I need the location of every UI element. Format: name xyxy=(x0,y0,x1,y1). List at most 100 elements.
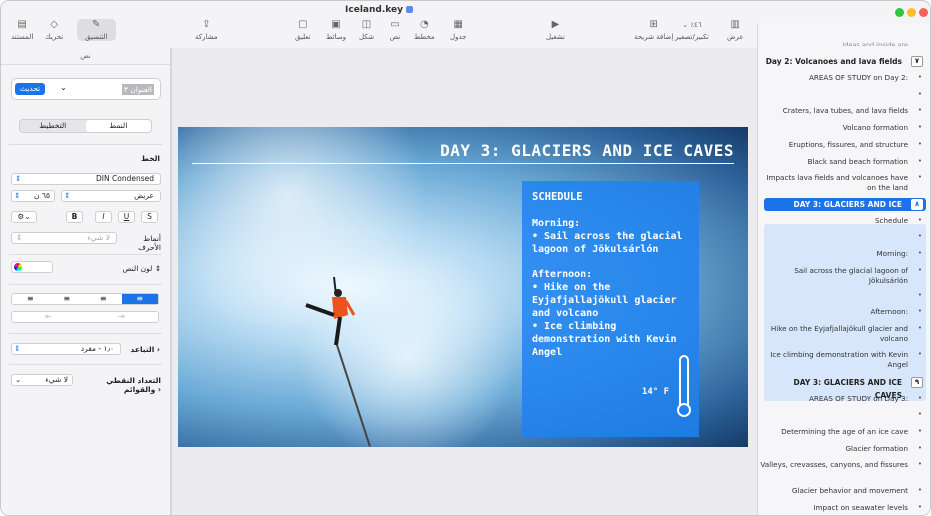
animate-icon: ◇ xyxy=(50,19,58,30)
collapse-toggle[interactable]: ٧ xyxy=(911,56,923,67)
outline-item[interactable]: Valleys, crevasses, canyons, and fissure… xyxy=(758,460,908,470)
char-styles-select[interactable]: ⇕ لا شيء xyxy=(11,232,117,244)
animate-button[interactable]: ◇ تحريك xyxy=(45,19,63,41)
comment-button[interactable]: ▢ تعليق xyxy=(295,19,311,41)
outline-item[interactable]: Craters, lava tubes, and lava fields xyxy=(758,106,908,116)
afternoon-label: Afternoon: xyxy=(532,269,593,280)
bullets-select[interactable]: ⌄ لا شيء xyxy=(11,374,73,386)
outline-item[interactable]: Glacier behavior and movement xyxy=(758,486,908,496)
app-window: Iceland.key ▥ عرض ⌄ ٪٤٦ تكبير/تصغير ⊞ إضافة… xyxy=(0,0,931,516)
outline-item[interactable]: AREAS OF STUDY on Day 3: xyxy=(758,394,908,404)
stepper-icon: ⇕ xyxy=(15,174,22,183)
chevron-down-icon: ⌄ xyxy=(60,83,67,92)
ice-climber-image xyxy=(305,276,356,346)
media-icon: ▣ xyxy=(331,19,341,30)
text-button[interactable]: ▭ نص xyxy=(388,19,402,41)
outline-item[interactable]: Black sand beach formation xyxy=(758,157,908,167)
increase-indent-button[interactable]: ⇥ xyxy=(85,312,158,322)
play-button[interactable]: ▶ تشغيل xyxy=(546,19,565,41)
bullet-icon: • xyxy=(917,232,922,240)
play-icon: ▶ xyxy=(551,19,560,30)
add-slide-button[interactable]: ⊞ إضافة شريحة xyxy=(634,19,673,41)
afternoon-item: • Hike on the Eyjafjallajökull glacier a… xyxy=(532,282,677,319)
share-button[interactable]: ⇪ مشاركة xyxy=(195,19,218,41)
minimize-button[interactable] xyxy=(907,8,916,17)
style-name: العنوان ٣ xyxy=(121,84,154,95)
italic-button[interactable]: I xyxy=(95,211,112,223)
bullet-icon: • xyxy=(917,140,922,148)
outline-item[interactable]: Morning: xyxy=(758,249,908,259)
bullet-icon: • xyxy=(917,157,922,165)
collapse-toggle[interactable]: ٨ xyxy=(911,199,923,210)
char-styles-label: أنماط الأحرف xyxy=(138,234,161,252)
font-weight-select[interactable]: ⇕ عريض xyxy=(61,190,161,202)
update-button[interactable]: تحديث xyxy=(15,83,45,95)
align-left-button[interactable]: ≡ xyxy=(121,294,158,304)
alignment-control: ≡ ≡ ≡ ≡ xyxy=(11,293,159,305)
comment-icon: ▢ xyxy=(298,19,308,30)
underline-button[interactable]: U xyxy=(118,211,135,223)
bullet-icon: • xyxy=(917,216,922,224)
outline-item[interactable]: Eruptions, fissures, and structure xyxy=(758,140,908,150)
outline-item[interactable]: Determining the age of an ice cave xyxy=(758,427,908,437)
justify-button[interactable]: ≡ xyxy=(12,294,49,304)
outline-item[interactable]: Afternoon: xyxy=(758,307,908,317)
outline-item[interactable]: Impacts lava fields and volcanoes have o… xyxy=(758,173,908,193)
bullet-icon: • xyxy=(917,427,922,435)
font-size-field[interactable]: ⇕ ٦٥ ن xyxy=(11,190,55,202)
inspector-tab-text[interactable]: نص xyxy=(1,48,170,65)
decrease-indent-button[interactable]: ⇤ xyxy=(12,312,85,322)
bold-button[interactable]: B xyxy=(66,211,83,223)
outline-item[interactable]: Ice climbing demonstration with Kevin An… xyxy=(758,350,908,370)
outline-item[interactable]: Volcano formation xyxy=(758,123,908,133)
text-options-gear-icon[interactable]: ⚙⌄ xyxy=(11,211,37,223)
collapse-toggle[interactable]: ٩ xyxy=(911,377,923,388)
bullet-icon: • xyxy=(917,73,922,81)
zoom-control[interactable]: ⌄ ٪٤٦ تكبير/تصغير xyxy=(672,19,712,41)
bullet-icon: • xyxy=(917,486,922,494)
outline-item[interactable]: Sail across the glacial lagoon of Jökuls… xyxy=(758,266,908,286)
indent-control: ⇤ ⇥ xyxy=(11,311,159,323)
schedule-box[interactable]: SCHEDULE Morning: • Sail across the glac… xyxy=(522,181,699,437)
outline-item[interactable]: Schedule xyxy=(758,216,908,226)
media-button[interactable]: ▣ وسائط xyxy=(326,19,346,41)
strikethrough-button[interactable]: S xyxy=(141,211,158,223)
align-center-button[interactable]: ≡ xyxy=(85,294,122,304)
chart-icon: ◔ xyxy=(419,19,429,30)
outline-item[interactable]: Hike on the Eyjafjallajökull glacier and… xyxy=(758,324,908,344)
outline-item[interactable]: Glacier formation xyxy=(758,444,908,454)
format-button[interactable]: ✎ التنسيق xyxy=(77,19,116,41)
outline-item[interactable]: Impact on seawater levels xyxy=(758,503,908,513)
table-button[interactable]: ▦ جدول xyxy=(450,19,466,41)
paintbrush-icon: ✎ xyxy=(92,19,101,30)
slide[interactable]: DAY 3: GLACIERS AND ICE CAVES SCHEDULE M… xyxy=(178,127,748,447)
tab-style[interactable]: النمط xyxy=(85,120,151,132)
font-family-select[interactable]: ⇕ DIN Condensed xyxy=(11,173,161,185)
stepper-icon: ⇕ xyxy=(64,191,71,200)
view-button[interactable]: ▥ عرض xyxy=(727,19,744,41)
font-section-label: الخط xyxy=(141,154,160,163)
slide-canvas[interactable]: DAY 3: GLACIERS AND ICE CAVES SCHEDULE M… xyxy=(171,48,757,515)
spacing-select[interactable]: ⇕ ١٫٠ - مفرد xyxy=(11,343,121,355)
outline-slide-8[interactable]: DAY 3: GLACIERS AND ICE CAVES ٨ xyxy=(764,198,926,222)
outline-slide-7[interactable]: Day 2: Volcanoes and lava fields ٧ xyxy=(764,55,926,68)
text-color-well[interactable] xyxy=(11,261,53,273)
document-button[interactable]: ▤ المستند xyxy=(11,19,33,41)
align-right-button[interactable]: ≡ xyxy=(49,294,86,304)
thermometer-icon xyxy=(677,355,691,417)
zoom-window-button[interactable] xyxy=(895,8,904,17)
outline-item[interactable]: AREAS OF STUDY on Day 2: xyxy=(758,73,908,83)
close-button[interactable] xyxy=(919,8,928,17)
window-controls xyxy=(892,8,928,19)
shape-icon: ◫ xyxy=(361,19,372,30)
slide-title[interactable]: DAY 3: GLACIERS AND ICE CAVES xyxy=(440,141,734,160)
bullet-icon: • xyxy=(917,394,922,402)
chart-button[interactable]: ◔ مخطط xyxy=(414,19,435,41)
shape-button[interactable]: ◫ شكل xyxy=(359,19,374,41)
outline-slide-9[interactable]: DAY 3: GLACIERS AND ICE CAVES ٩ xyxy=(764,376,926,400)
paragraph-style-picker[interactable]: العنوان ٣ ⌄ تحديث xyxy=(11,78,161,100)
divider xyxy=(9,254,162,255)
tab-layout[interactable]: التخطيط xyxy=(20,120,86,132)
bullet-icon: • xyxy=(917,503,922,511)
bullets-label[interactable]: التعداد النقطي والقوائم › xyxy=(75,376,161,394)
